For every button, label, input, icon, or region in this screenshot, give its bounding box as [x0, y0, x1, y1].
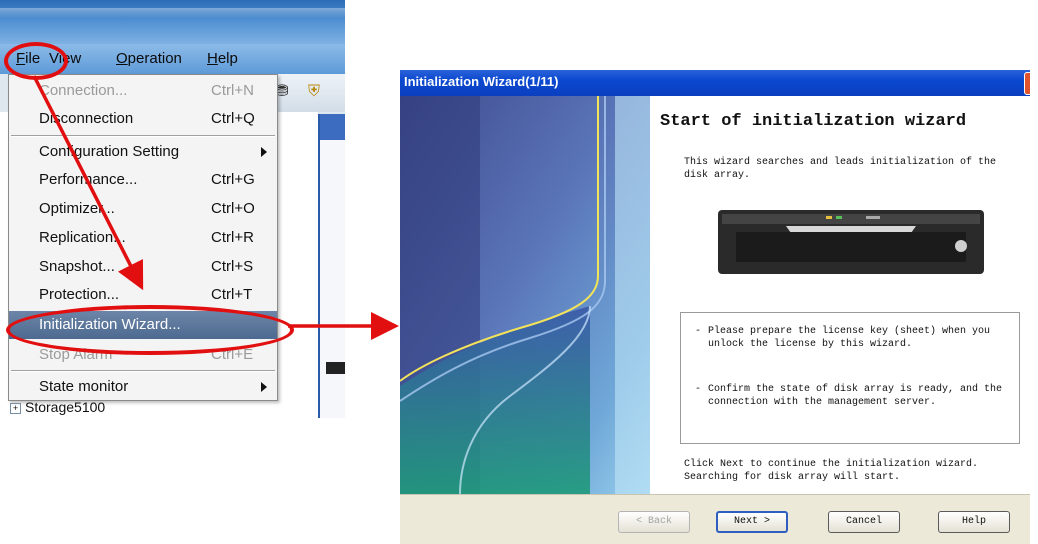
wizard-intro-text: This wizard searches and leads initializ… [684, 157, 997, 181]
note-text: Please prepare the license key (sheet) w… [708, 326, 991, 350]
menu-item-shortcut: Ctrl+N [211, 82, 254, 99]
menu-item-shortcut: Ctrl+E [211, 346, 254, 363]
menu-item-label: Performance... [39, 171, 138, 188]
menu-item-label: Replication... [39, 229, 126, 246]
menu-item-shortcut: Ctrl+S [211, 258, 254, 275]
menu-separator [11, 135, 275, 137]
menubar: File View Operation Help [0, 44, 345, 74]
wizard-titlebar: Initialization Wizard(1/11) [400, 70, 1030, 96]
menu-view[interactable]: View [49, 50, 81, 67]
wizard-title: Initialization Wizard(1/11) [404, 74, 559, 89]
menu-item-optimizer[interactable]: Optimizer... Ctrl+O [9, 195, 277, 223]
menu-item-label: Protection... [39, 286, 120, 303]
menu-item-protection[interactable]: Protection... Ctrl+T [9, 281, 277, 309]
menu-item-performance[interactable]: Performance... Ctrl+G [9, 166, 277, 194]
shield-icon[interactable]: ⛨ [304, 82, 324, 102]
wizard-content: Start of initialization wizard This wiza… [650, 96, 1030, 494]
wizard-banner-graphic [400, 96, 650, 494]
menu-item-connection[interactable]: Connection... Ctrl+N [9, 77, 277, 105]
wizard-instruction-2: Searching for disk array will start. [684, 472, 901, 483]
note-box: - Please prepare the license key (sheet)… [680, 312, 1020, 444]
file-menu-dropdown: Connection... Ctrl+N Disconnection Ctrl+… [8, 74, 278, 401]
cancel-button[interactable]: Cancel [828, 511, 900, 533]
note-text: Confirm the state of disk array is ready… [708, 384, 1003, 408]
menu-item-configuration-setting[interactable]: Configuration Setting [9, 138, 277, 166]
menu-item-label: Connection... [39, 82, 128, 99]
menu-item-label: State monitor [39, 378, 129, 395]
wizard-dialog: Initialization Wizard(1/11) Start of ini… [400, 70, 1030, 544]
menu-item-label: Snapshot... [39, 258, 115, 275]
wizard-side-banner [400, 96, 650, 494]
menu-item-shortcut: Ctrl+G [211, 171, 255, 188]
menu-separator [11, 370, 275, 372]
menu-item-shortcut: Ctrl+O [211, 200, 255, 217]
menu-item-label: Stop Alarm [39, 346, 113, 363]
menu-item-stop-alarm[interactable]: Stop Alarm Ctrl+E [9, 341, 277, 369]
menu-item-label: Configuration Setting [39, 143, 180, 160]
wizard-button-bar: < Back Next > Cancel Help [400, 494, 1030, 544]
tree-expand-icon[interactable]: + [10, 403, 21, 414]
menu-item-shortcut: Ctrl+R [211, 229, 254, 246]
menu-item-label: Disconnection [39, 110, 134, 127]
help-button[interactable]: Help [938, 511, 1010, 533]
app-titlebar [0, 0, 345, 44]
menu-item-shortcut: Ctrl+Q [211, 110, 255, 127]
wizard-footer-text: Click Next to continue the initializatio… [684, 458, 1024, 484]
app-window: File View Operation Help ⛃ ⛨ Connection.… [0, 0, 345, 418]
menu-item-label: Optimizer... [39, 200, 115, 217]
menu-item-replication[interactable]: Replication... Ctrl+R [9, 224, 277, 252]
wizard-instruction: Click Next to continue the initializatio… [684, 459, 979, 470]
submenu-arrow-icon [261, 147, 267, 157]
tree-item-label: Storage5100 [25, 399, 106, 415]
back-button[interactable]: < Back [618, 511, 690, 533]
menu-item-state-monitor[interactable]: State monitor [9, 373, 277, 401]
menu-item-shortcut: Ctrl+T [211, 286, 253, 303]
wizard-heading: Start of initialization wizard [660, 112, 967, 131]
menu-item-initialization-wizard[interactable]: Initialization Wizard... [9, 311, 277, 339]
menu-operation[interactable]: Operation [116, 50, 182, 67]
disk-array-device-image [718, 210, 984, 274]
tree-item-storage[interactable]: + Storage5100 [10, 399, 105, 415]
close-icon[interactable] [1024, 72, 1030, 95]
menu-item-disconnection[interactable]: Disconnection Ctrl+Q [9, 105, 277, 133]
menu-item-label: Initialization Wizard... [39, 316, 181, 333]
submenu-arrow-icon [261, 382, 267, 392]
menu-item-snapshot[interactable]: Snapshot... Ctrl+S [9, 253, 277, 281]
next-button[interactable]: Next > [716, 511, 788, 533]
menu-file[interactable]: File [16, 50, 40, 67]
menu-help[interactable]: Help [207, 50, 238, 67]
right-pane [318, 114, 345, 418]
